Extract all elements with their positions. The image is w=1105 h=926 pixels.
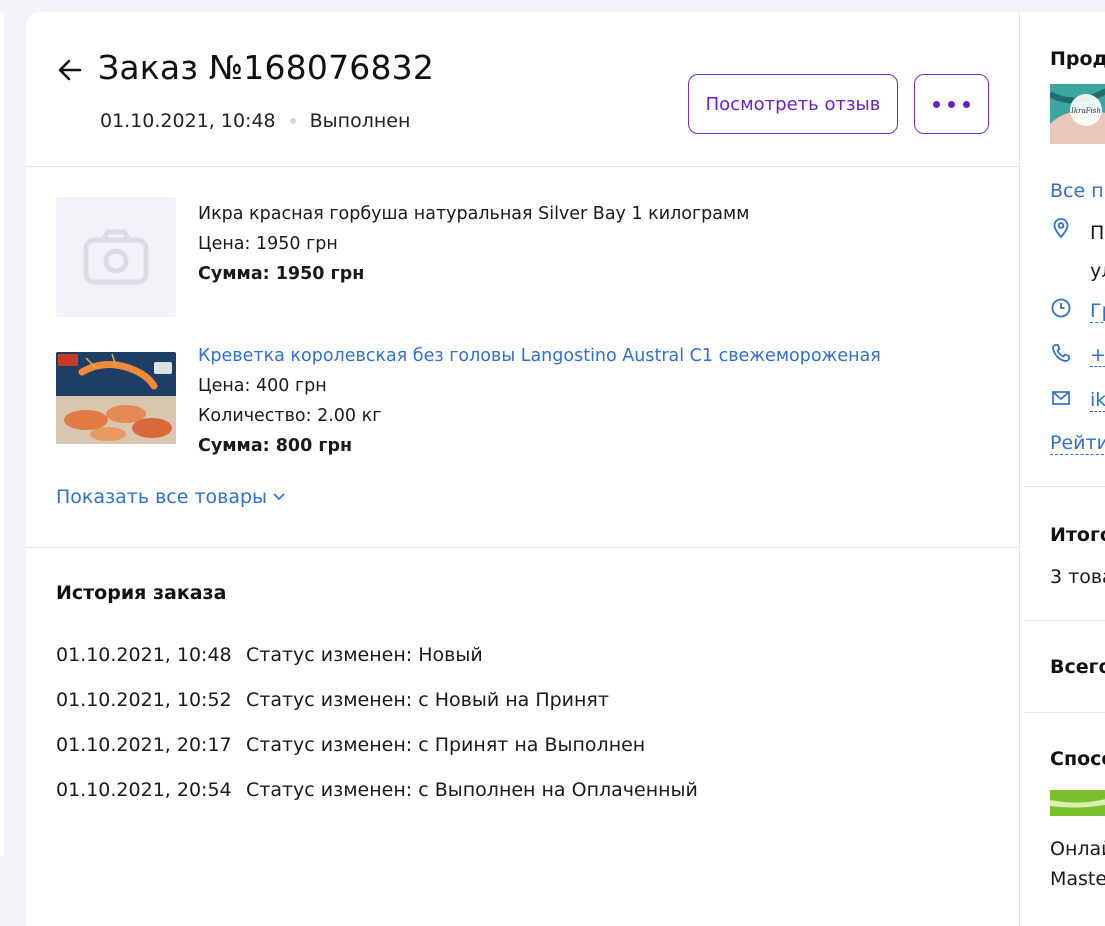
payment-heading: Спосо — [1050, 748, 1105, 770]
history-datetime: 01.10.2021, 20:17 — [56, 734, 232, 756]
seller-logo-text: IkraFish — [1070, 107, 1101, 115]
header-divider — [26, 166, 1019, 167]
phone-icon — [1052, 344, 1070, 362]
seller-address-line1: П — [1090, 222, 1105, 244]
history-text: Статус изменен: с Новый на Принят — [246, 689, 609, 711]
product-image-placeholder — [56, 197, 176, 317]
location-pin-icon — [1053, 218, 1069, 239]
product-price: Цена: 1950 грн — [198, 234, 338, 254]
product-name: Икра красная горбуша натуральная Silver … — [198, 204, 750, 224]
history-row: 01.10.2021, 20:54 Статус изменен: с Выпо… — [56, 779, 698, 801]
history-row: 01.10.2021, 10:52 Статус изменен: с Новы… — [56, 689, 609, 711]
seller-address-line2: ул — [1090, 260, 1105, 282]
order-date: 01.10.2021, 10:48 — [100, 110, 276, 132]
product-info: Креветка королевская без головы Langosti… — [198, 341, 881, 461]
items-divider — [26, 547, 1019, 548]
history-datetime: 01.10.2021, 10:48 — [56, 644, 232, 666]
history-datetime: 01.10.2021, 10:52 — [56, 689, 232, 711]
seller-logo-image: IkraFish — [1050, 84, 1105, 144]
product-sum: Сумма: 1950 грн — [198, 264, 365, 284]
left-panel-edge — [0, 12, 4, 857]
history-row: 01.10.2021, 20:17 Статус изменен: с Прин… — [56, 734, 645, 756]
product-sum: Сумма: 800 грн — [198, 436, 353, 456]
order-main: Заказ №168076832 01.10.2021, 10:48 Выпол… — [26, 12, 1019, 926]
order-status: Выполнен — [309, 110, 411, 132]
more-options-button[interactable] — [914, 74, 989, 134]
rating-link[interactable]: Рейти — [1050, 432, 1105, 455]
more-dot-icon — [963, 100, 970, 108]
sidebar-divider — [1024, 712, 1105, 713]
mail-icon — [1052, 391, 1070, 405]
product-image[interactable] — [56, 352, 176, 444]
schedule-link[interactable]: Гр — [1090, 300, 1105, 323]
history-text: Статус изменен: с Принят на Выполнен — [246, 734, 646, 756]
order-sidebar: Прод IkraFish Все пр П ул Гр + ik Рейти … — [1024, 0, 1105, 926]
product-price: Цена: 400 грн — [198, 376, 327, 396]
show-all-label: Показать все товары — [56, 486, 268, 508]
total-heading: Итого — [1050, 524, 1105, 546]
view-review-button[interactable]: Посмотреть отзыв — [688, 74, 898, 134]
history-datetime: 01.10.2021, 20:54 — [56, 779, 232, 801]
grand-total-label: Всего — [1050, 656, 1105, 678]
order-meta: 01.10.2021, 10:48 Выполнен — [100, 110, 410, 132]
product-name-link[interactable]: Креветка королевская без головы Langosti… — [198, 341, 881, 371]
seller-logo[interactable]: IkraFish — [1050, 84, 1105, 144]
payment-provider-logo — [1050, 790, 1105, 816]
shrimp-product-photo — [56, 352, 176, 444]
history-title: История заказа — [56, 582, 227, 604]
history-text: Статус изменен: с Выполнен на Оплаченный — [246, 779, 698, 801]
total-items: 3 това — [1050, 566, 1105, 588]
payment-method-line1: Онлай — [1050, 838, 1105, 860]
more-dot-icon — [948, 100, 955, 108]
email-link[interactable]: ik — [1090, 389, 1105, 412]
product-info: Икра красная горбуша натуральная Silver … — [198, 199, 749, 289]
seller-heading: Прод — [1050, 48, 1105, 70]
clock-icon — [1051, 298, 1071, 318]
show-all-products-link[interactable]: Показать все товары — [56, 486, 285, 508]
product-quantity: Количество: 2.00 кг — [198, 406, 382, 426]
sidebar-divider — [1024, 620, 1105, 621]
page-title: Заказ №168076832 — [98, 48, 435, 87]
camera-placeholder-icon — [83, 229, 149, 285]
sidebar-divider — [1024, 486, 1105, 487]
sidebar-divider — [1019, 12, 1020, 926]
back-arrow-icon[interactable] — [56, 56, 84, 84]
phone-link[interactable]: + — [1090, 344, 1105, 367]
chevron-down-icon — [273, 493, 285, 501]
all-products-link[interactable]: Все пр — [1050, 180, 1105, 202]
payment-method-line2: Maste — [1050, 868, 1105, 890]
history-row: 01.10.2021, 10:48 Статус изменен: Новый — [56, 644, 483, 666]
order-card: Заказ №168076832 01.10.2021, 10:48 Выпол… — [26, 12, 1105, 926]
separator-dot — [289, 118, 296, 124]
history-text: Статус изменен: Новый — [246, 644, 483, 666]
more-dot-icon — [933, 100, 940, 108]
